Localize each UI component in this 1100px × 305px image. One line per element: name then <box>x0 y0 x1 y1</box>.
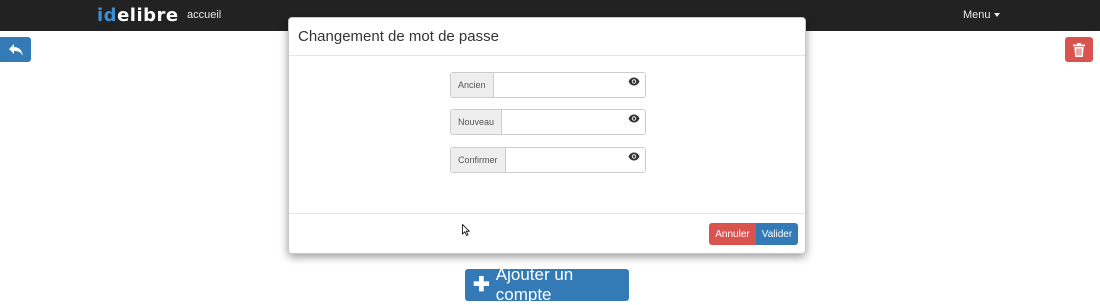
modal-header-divider <box>289 55 805 56</box>
cancel-button[interactable]: Annuler <box>709 223 756 245</box>
brand-prefix: id <box>97 5 118 26</box>
add-account-button[interactable]: ✚ Ajouter un compte <box>465 265 629 304</box>
brand-logo[interactable]: idelibre <box>97 5 179 26</box>
old-password-label: Ancien <box>451 73 494 97</box>
delete-button[interactable] <box>1065 37 1093 62</box>
brand-suffix: elibre <box>117 5 179 26</box>
new-password-label: Nouveau <box>451 110 503 134</box>
caret-down-icon <box>993 13 1000 18</box>
eye-icon[interactable] <box>628 152 640 161</box>
new-password-group: Nouveau <box>450 109 646 135</box>
trash-icon <box>1073 42 1085 57</box>
plus-icon: ✚ <box>473 274 490 296</box>
confirm-password-input[interactable] <box>505 148 645 172</box>
old-password-group: Ancien <box>450 72 646 98</box>
mouse-cursor-icon <box>462 224 470 236</box>
modal-footer-divider <box>289 213 805 214</box>
password-change-modal: Changement de mot de passe Ancien Nouvea… <box>288 17 806 254</box>
menu-label: Menu <box>963 9 991 21</box>
eye-icon[interactable] <box>628 77 640 86</box>
eye-icon[interactable] <box>628 114 640 123</box>
confirm-password-group: Confirmer <box>450 147 646 173</box>
submit-button[interactable]: Valider <box>756 223 798 245</box>
add-account-label: Ajouter un compte <box>495 265 574 304</box>
old-password-input[interactable] <box>493 73 645 97</box>
new-password-input[interactable] <box>502 110 645 134</box>
back-button[interactable] <box>0 37 31 62</box>
nav-home-link[interactable]: accueil <box>187 9 221 21</box>
confirm-password-label: Confirmer <box>451 148 506 172</box>
reply-arrow-icon <box>8 43 23 56</box>
modal-title: Changement de mot de passe <box>298 28 499 45</box>
menu-dropdown[interactable]: Menu <box>963 9 1000 21</box>
